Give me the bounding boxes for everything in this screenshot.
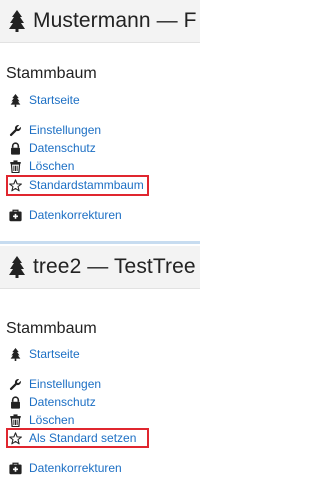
panel-header: tree2 — TestTree: [0, 246, 200, 289]
wrench-icon: [9, 124, 21, 136]
wrench-icon: [9, 378, 21, 390]
tree-icon: [9, 256, 25, 278]
panel-separator: [0, 241, 200, 244]
medkit-icon: [9, 462, 22, 474]
menu-label: Einstellungen: [29, 123, 102, 137]
tree-panel-tree2: tree2 — TestTree Stammbaum Startseite Ei…: [0, 246, 200, 484]
menu-item-home[interactable]: Startseite: [9, 346, 80, 362]
tree-icon: [9, 10, 25, 32]
menu-item-delete[interactable]: Löschen: [9, 158, 74, 174]
menu-label: Datenschutz: [29, 141, 96, 155]
lock-icon: [11, 141, 20, 155]
menu-item-settings[interactable]: Einstellungen: [9, 122, 101, 138]
menu-label: Datenkorrekturen: [29, 461, 122, 475]
panel-header: Mustermann — F: [0, 0, 200, 43]
lock-icon: [11, 395, 20, 409]
menu-label: Einstellungen: [29, 377, 102, 391]
menu-label: Datenkorrekturen: [29, 208, 122, 222]
menu-label: Startseite: [29, 347, 80, 361]
panel-title: Mustermann — F: [33, 9, 197, 32]
menu-item-settings[interactable]: Einstellungen: [9, 376, 101, 392]
menu-item-delete[interactable]: Löschen: [9, 412, 74, 428]
menu-item-privacy[interactable]: Datenschutz: [9, 140, 96, 156]
menu-label: Datenschutz: [29, 395, 96, 409]
trash-icon: [10, 413, 21, 427]
tree-icon: [10, 93, 21, 107]
panel-title: tree2 — TestTree: [33, 255, 196, 278]
medkit-icon: [9, 209, 22, 221]
menu-item-home[interactable]: Startseite: [9, 92, 80, 108]
page: Mustermann — F Stammbaum Startseite Eins…: [0, 0, 200, 484]
tree-icon: [10, 347, 21, 361]
section-title: Stammbaum: [6, 65, 97, 82]
menu-label: Startseite: [29, 93, 80, 107]
menu-label: Löschen: [29, 159, 75, 173]
menu-item-corrections[interactable]: Datenkorrekturen: [9, 460, 122, 476]
highlight-box: [6, 175, 149, 196]
highlight-box: [6, 428, 149, 448]
menu-label: Löschen: [29, 413, 75, 427]
menu-item-privacy[interactable]: Datenschutz: [9, 394, 96, 410]
tree-panel-mustermann: Mustermann — F Stammbaum Startseite Eins…: [0, 0, 200, 240]
trash-icon: [10, 159, 21, 173]
section-title: Stammbaum: [6, 320, 97, 337]
menu-item-corrections[interactable]: Datenkorrekturen: [9, 207, 122, 223]
